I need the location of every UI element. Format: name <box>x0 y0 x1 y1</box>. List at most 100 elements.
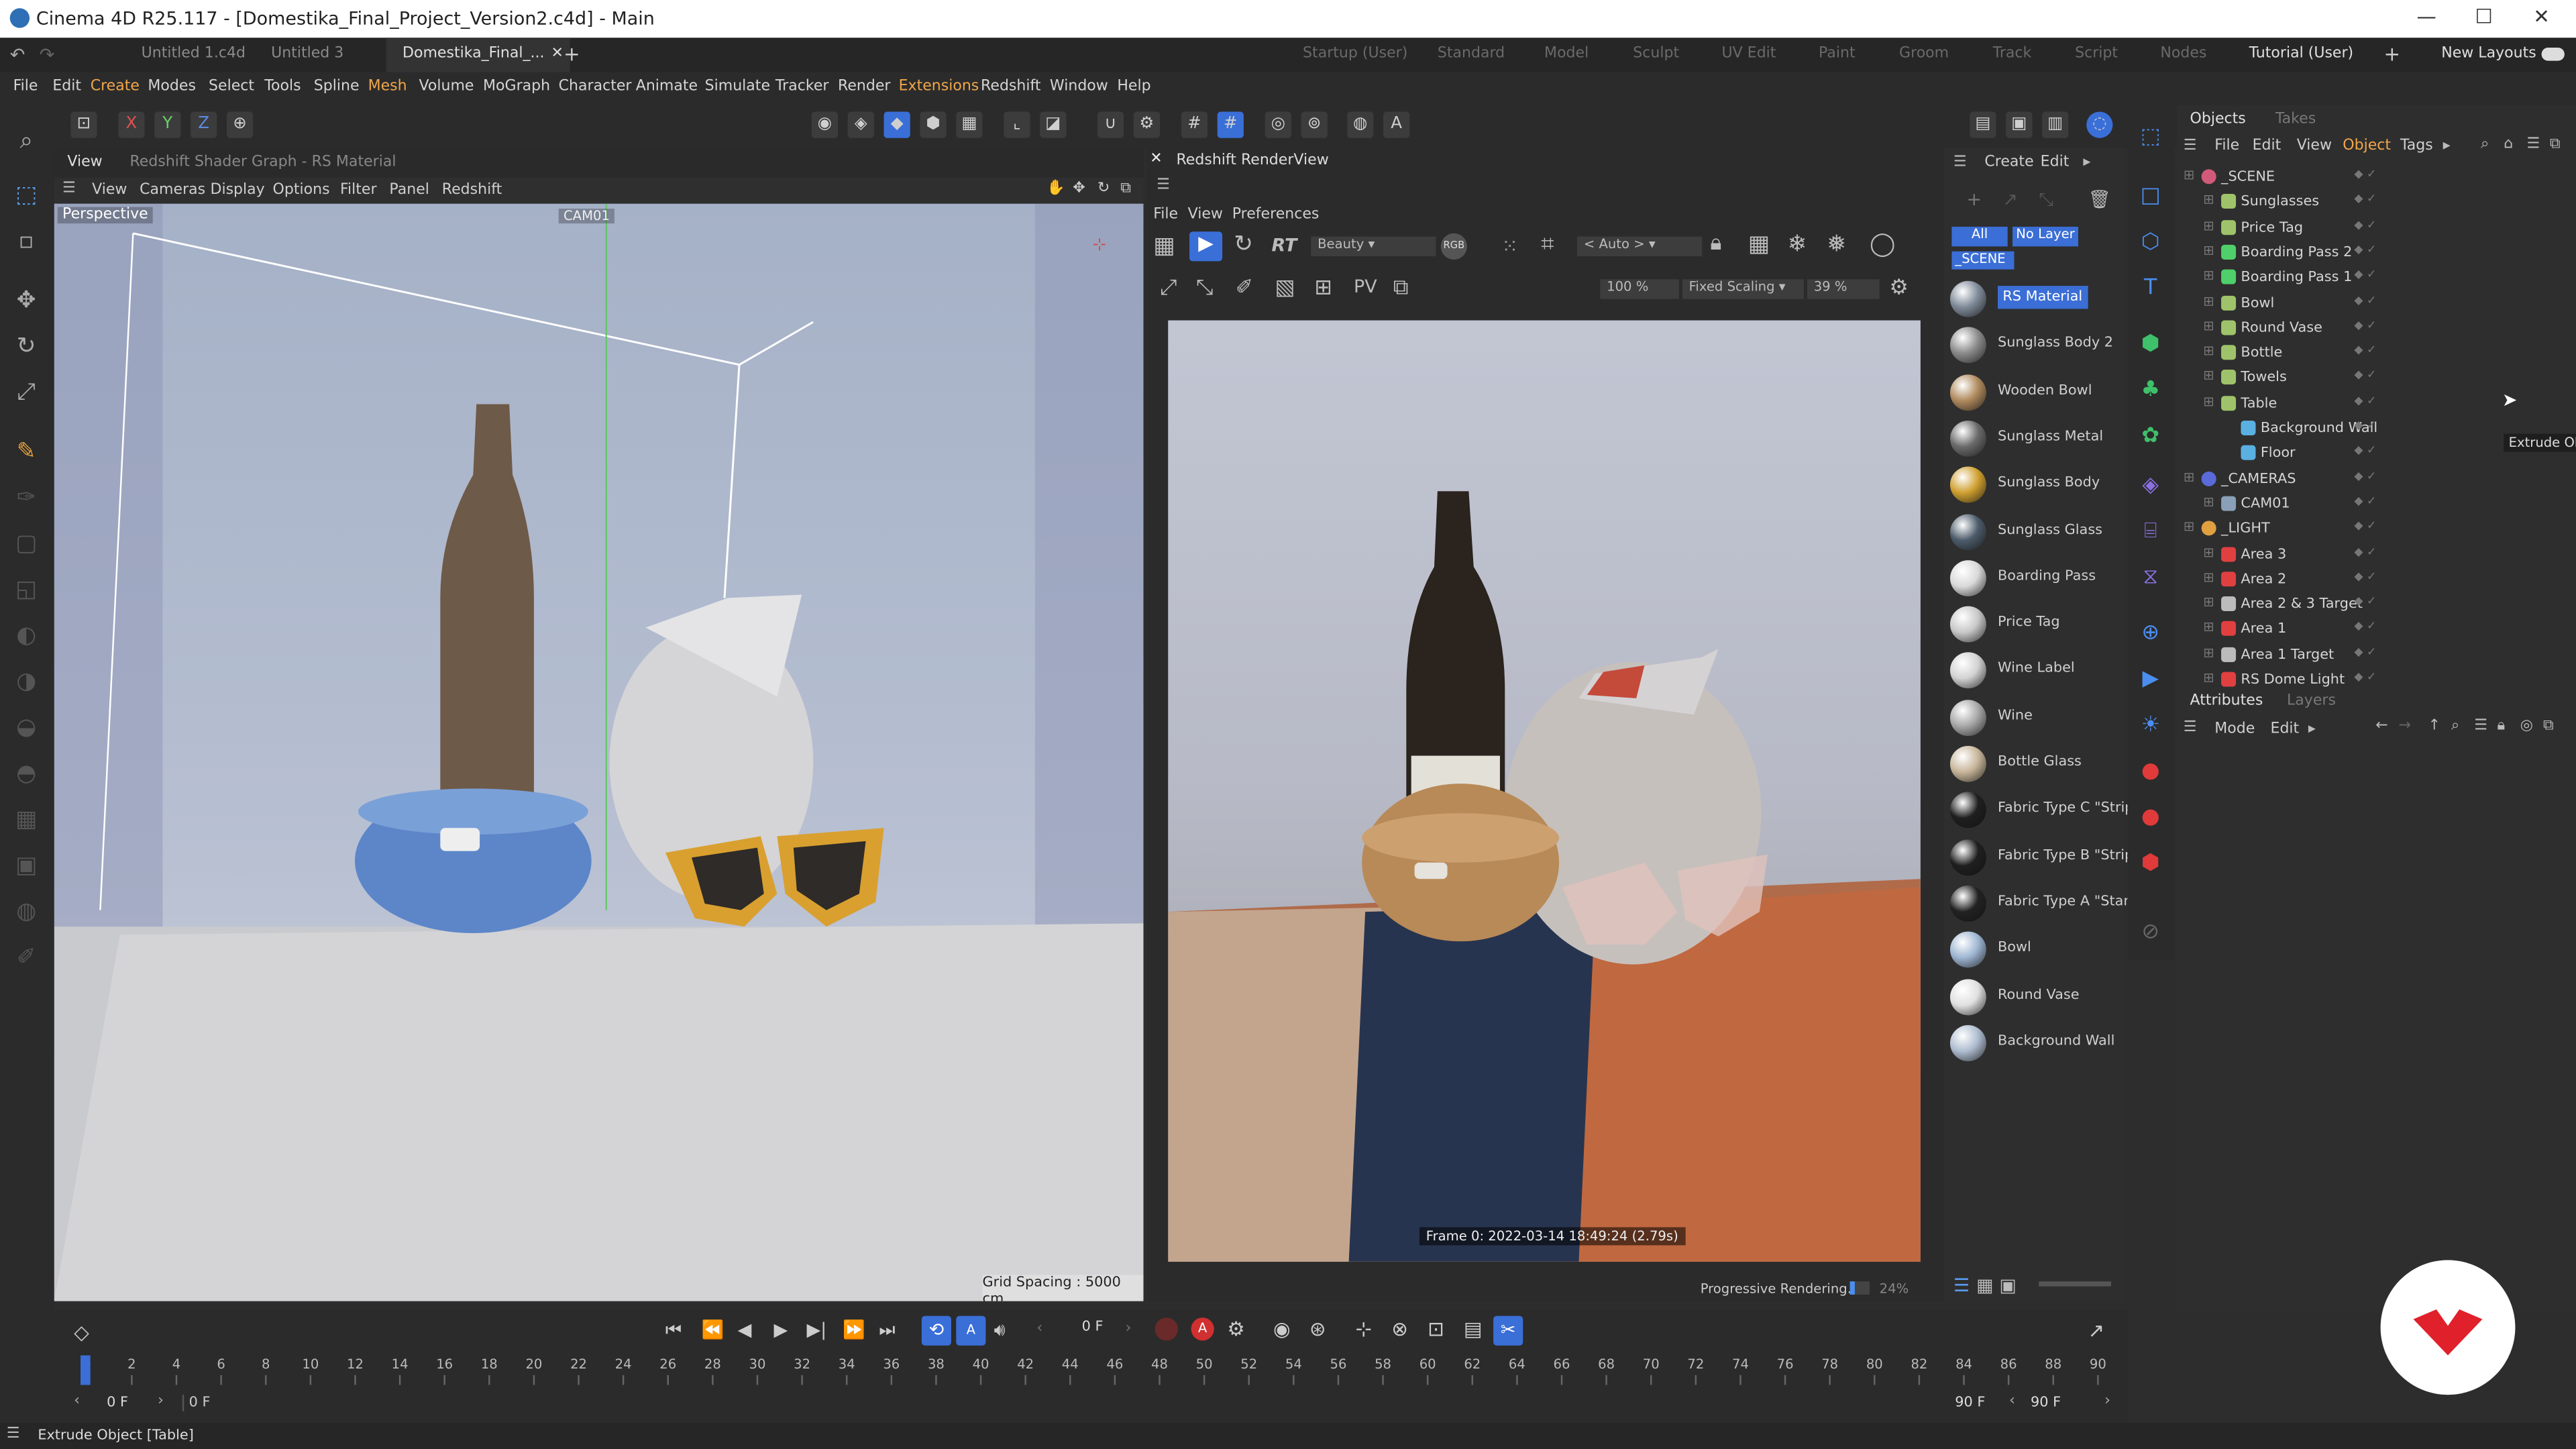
obj-search-icon[interactable]: ⌕ <box>2481 136 2489 152</box>
material-item[interactable]: Sunglass Glass <box>1943 508 2124 555</box>
rv-menu-view[interactable]: View <box>1188 207 1223 223</box>
menu-modes[interactable]: Modes <box>148 79 196 95</box>
menu-select[interactable]: Select <box>209 79 254 95</box>
soft-selection-icon[interactable]: ◎ <box>1265 111 1291 138</box>
texture-mode-icon[interactable]: ▦ <box>956 111 983 138</box>
large-view-icon[interactable]: ▣ <box>1999 1275 2016 1296</box>
solo-icon[interactable]: ◍ <box>1347 111 1374 138</box>
timeline-curve-icon[interactable]: ↗ <box>2088 1320 2105 1342</box>
autokey-icon[interactable]: A <box>1191 1318 1214 1341</box>
delete-material-icon[interactable]: 🗑︎ <box>2088 189 2111 211</box>
attr-forward-icon[interactable]: → <box>2399 718 2411 734</box>
object-row[interactable]: ⊞ Bowl ◆ ✓ <box>2177 292 2576 317</box>
scale-tool-icon[interactable]: ⤢ <box>10 376 43 409</box>
perspective-label[interactable]: Perspective <box>57 207 154 224</box>
menu-file[interactable]: File <box>13 79 38 95</box>
material-item[interactable]: Background Wall <box>1943 1020 2124 1066</box>
scaling-select[interactable]: Fixed Scaling ▾ <box>1682 279 1805 299</box>
objects-tab[interactable]: Objects <box>2190 112 2246 128</box>
menu-animate[interactable]: Animate <box>636 79 698 95</box>
layers-tab[interactable]: Layers <box>2287 693 2336 709</box>
z-axis-lock-icon[interactable]: Z <box>191 111 217 138</box>
object-row[interactable]: ⊞ Boarding Pass 2 ◆ ✓ <box>2177 241 2576 266</box>
material-item[interactable]: Fabric Type C "Strip <box>1943 788 2134 834</box>
obj-menu-object[interactable]: Object <box>2343 138 2391 154</box>
minimize-button[interactable]: — <box>2402 5 2451 31</box>
expand-toggle-icon[interactable]: ⊞ <box>2203 494 2214 509</box>
vp-menu-display[interactable]: Display <box>210 182 264 199</box>
undo-icon[interactable]: ↶ <box>10 44 25 66</box>
material-item[interactable]: Price Tag <box>1943 602 2124 648</box>
expand-toggle-icon[interactable]: ⊞ <box>2203 293 2214 308</box>
visibility-toggle-icon[interactable]: ◆ ✓ <box>2354 519 2376 533</box>
extrude-tool-icon[interactable]: ▢ <box>10 527 43 560</box>
copy-icon[interactable]: ⧉ <box>1393 276 1409 301</box>
bend-icon[interactable]: ⌸ <box>2134 516 2167 549</box>
material-item[interactable]: Wine Label <box>1943 648 2124 694</box>
light-icon[interactable]: ☀ <box>2134 710 2167 743</box>
visibility-toggle-icon[interactable]: ◆ ✓ <box>2354 419 2376 432</box>
range-start-field[interactable]: 0 F <box>107 1395 128 1411</box>
render-region-icon[interactable]: ▤ <box>1970 111 1996 138</box>
vp-menu-panel[interactable]: Panel <box>389 182 429 199</box>
prev-frame-icon[interactable]: ◀ <box>738 1320 752 1341</box>
visibility-toggle-icon[interactable]: ◆ ✓ <box>2354 319 2376 332</box>
obj-menu-edit[interactable]: Edit <box>2253 138 2282 154</box>
material-item[interactable]: Sunglass Body 2 <box>1943 323 2124 369</box>
pan-icon[interactable]: ✋ <box>1046 180 1065 197</box>
layout-track[interactable]: Track <box>1993 38 2032 72</box>
menu-create[interactable]: Create <box>91 79 140 95</box>
material-item[interactable]: Fabric Type A "Stan <box>1943 880 2133 926</box>
material-item[interactable]: Sunglass Body <box>1943 462 2124 508</box>
takes-tab[interactable]: Takes <box>2275 112 2316 128</box>
visibility-toggle-icon[interactable]: ◆ ✓ <box>2354 620 2376 633</box>
object-row[interactable]: ⊞ Price Tag ◆ ✓ <box>2177 216 2576 241</box>
obj-menu-view[interactable]: View <box>2297 138 2332 154</box>
current-frame-field[interactable]: 0 F <box>1060 1320 1126 1339</box>
obj-home-icon[interactable]: ⌂ <box>2504 136 2513 152</box>
object-row[interactable]: ⊞ Area 2 & 3 Target ◆ ✓ <box>2177 593 2576 618</box>
range-next-icon[interactable]: › <box>2104 1393 2110 1409</box>
uv-tool-icon[interactable]: ◓ <box>10 757 43 790</box>
expand-toggle-icon[interactable]: ⊞ <box>2184 168 2194 182</box>
expand-toggle-icon[interactable]: ⊞ <box>2203 343 2214 358</box>
range-prev-icon[interactable]: ‹ <box>74 1393 80 1409</box>
preview-range-icon[interactable]: A <box>956 1316 986 1346</box>
magnet-icon[interactable]: ∪ <box>1097 111 1124 138</box>
visibility-toggle-icon[interactable]: ◆ ✓ <box>2354 645 2376 659</box>
lock-icon[interactable]: 🔒︎ <box>1710 231 1721 256</box>
menu-render[interactable]: Render <box>838 79 890 95</box>
apply-material-icon[interactable]: ↗ <box>2002 189 2018 211</box>
objects-hamburger-icon[interactable]: ☰ <box>2184 138 2197 154</box>
axis-mode-icon[interactable]: ⌞ <box>1004 111 1030 138</box>
scale-percent-field[interactable]: 39 % <box>1807 279 1880 299</box>
workplane-icon[interactable]: ◪ <box>1040 111 1067 138</box>
material-edit-menu[interactable]: Edit <box>2041 154 2070 170</box>
menu-tools[interactable]: Tools <box>264 79 301 95</box>
menu-tracker[interactable]: Tracker <box>775 79 829 95</box>
filter-all[interactable]: All <box>1951 226 2008 247</box>
material-tool-icon[interactable]: ◒ <box>10 711 43 744</box>
menu-extensions[interactable]: Extensions <box>899 79 979 95</box>
range-end-field[interactable]: 90 F <box>2031 1395 2061 1411</box>
loop-icon[interactable]: ⟲ <box>921 1316 951 1346</box>
layout-model[interactable]: Model <box>1544 38 1589 72</box>
attr-menu-mode[interactable]: Mode <box>2214 721 2255 737</box>
snap-enable-icon[interactable]: # <box>1217 111 1244 138</box>
key-param-icon[interactable]: ⊗ <box>1391 1318 1408 1340</box>
go-to-start-icon[interactable]: ⏮ <box>665 1320 682 1342</box>
visibility-toggle-icon[interactable]: ◆ ✓ <box>2354 168 2376 181</box>
visibility-toggle-icon[interactable]: ◆ ✓ <box>2354 545 2376 558</box>
null-object-icon[interactable]: ⬚ <box>2134 121 2167 154</box>
expand-toggle-icon[interactable]: ⊞ <box>2203 394 2214 409</box>
visibility-toggle-icon[interactable]: ◆ ✓ <box>2354 570 2376 583</box>
zoom-region-icon[interactable]: ⤡ <box>1196 276 1213 301</box>
material-item[interactable]: Fabric Type B "Strip <box>1943 834 2133 880</box>
aov-select[interactable]: Beauty ▾ <box>1311 236 1436 257</box>
edges-mode-icon[interactable]: ◈ <box>847 111 874 138</box>
record-off-icon[interactable] <box>1155 1318 1178 1341</box>
environment-icon[interactable]: ⊕ <box>2134 618 2167 651</box>
layout-sculpt[interactable]: Sculpt <box>1633 38 1679 72</box>
x-axis-lock-icon[interactable]: X <box>118 111 145 138</box>
renderview-hamburger-icon[interactable]: ☰ <box>1157 177 1170 193</box>
